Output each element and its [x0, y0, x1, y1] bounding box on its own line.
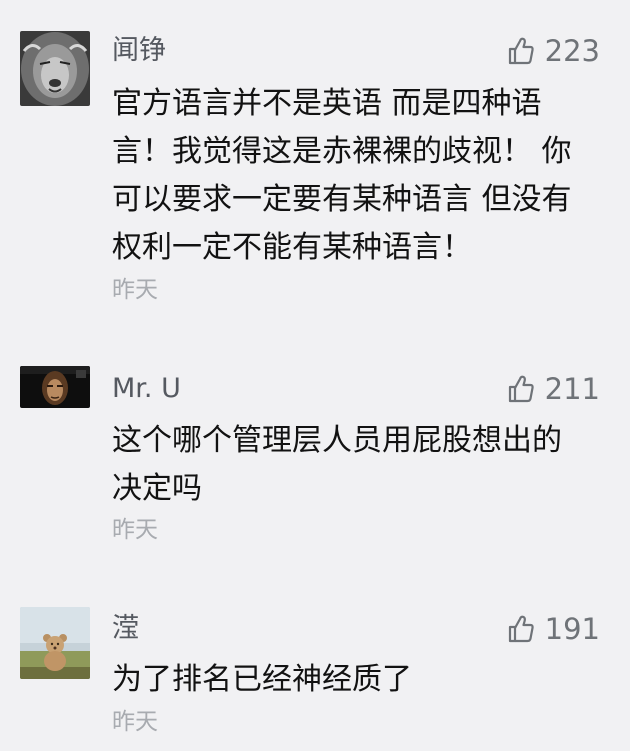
teddy-bear-avatar[interactable]: [20, 607, 90, 679]
thumbs-up-icon: [507, 614, 535, 644]
comment-author[interactable]: 滢: [112, 612, 139, 646]
comment-text: 为了排名已经神经质了: [112, 662, 412, 697]
comment-time: 昨天: [112, 709, 158, 735]
comment-item: 滢 191 为了排名已经神经质了 昨天: [0, 0, 630, 751]
like-count: 191: [544, 612, 600, 646]
like-button[interactable]: 191: [507, 612, 600, 646]
